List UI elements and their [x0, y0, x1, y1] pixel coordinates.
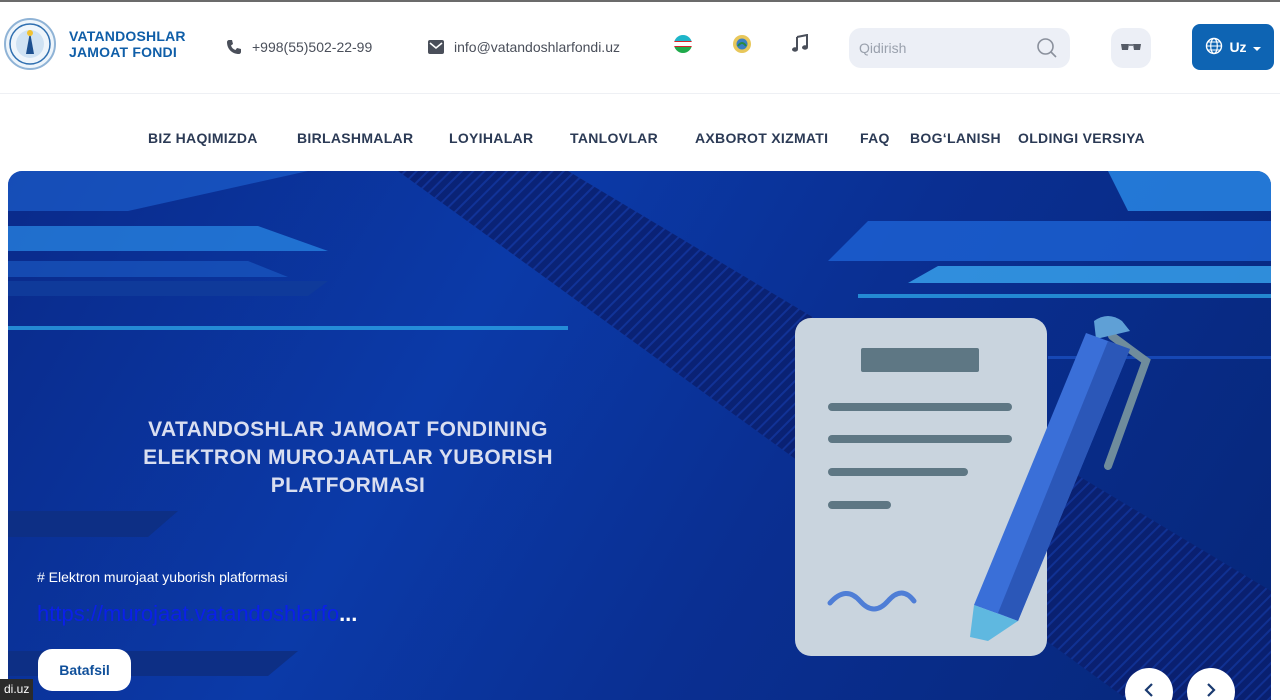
main-nav: BIZ HAQIMIZDA BIRLASHMALAR LOYIHALAR TAN… — [0, 94, 1280, 170]
chevron-left-icon — [1143, 682, 1155, 700]
more-button[interactable]: Batafsil — [38, 649, 131, 691]
search-input[interactable] — [859, 40, 1029, 56]
site-header: VATANDOSHLAR JAMOAT FONDI +998(55)502-22… — [0, 2, 1280, 94]
status-bar-url: di.uz — [0, 679, 34, 700]
music-note-icon[interactable] — [790, 33, 812, 56]
language-label: Uz — [1229, 39, 1247, 55]
banner-title: VATANDOSHLAR JAMOAT FONDINING ELEKTRON M… — [98, 416, 598, 500]
email-contact[interactable]: info@vatandoshlarfondi.uz — [428, 39, 620, 55]
mail-icon — [428, 40, 444, 54]
phone-contact[interactable]: +998(55)502-22-99 — [226, 39, 372, 55]
brand-line-1: VATANDOSHLAR — [69, 28, 186, 44]
banner-link-row: https://murojaat.vatandoshlarfo... — [37, 601, 357, 627]
emblem-icon[interactable] — [732, 34, 754, 56]
hero-banner: VATANDOSHLAR JAMOAT FONDINING ELEKTRON M… — [8, 171, 1271, 700]
caret-down-icon — [1252, 39, 1261, 55]
nav-item-contests[interactable]: TANLOVLAR — [570, 130, 658, 146]
banner-title-line-3: PLATFORMASI — [270, 474, 426, 497]
logo[interactable] — [4, 18, 56, 70]
nav-item-faq[interactable]: FAQ — [860, 130, 890, 146]
banner-title-line-1: VATANDOSHLAR JAMOAT FONDINING — [148, 418, 548, 441]
phone-number: +998(55)502-22-99 — [252, 39, 373, 55]
flag-icon[interactable] — [673, 34, 695, 56]
accessibility-button[interactable] — [1111, 28, 1151, 68]
chevron-right-icon — [1205, 682, 1217, 700]
nav-item-projects[interactable]: LOYIHALAR — [449, 130, 533, 146]
brand-line-2: JAMOAT FONDI — [69, 44, 177, 60]
banner-link-ellipsis: ... — [339, 601, 358, 626]
nav-item-about[interactable]: BIZ HAQIMIZDA — [148, 130, 258, 146]
nav-item-press-service[interactable]: AXBOROT XIZMATI — [695, 130, 828, 146]
nav-item-previous-version[interactable]: OLDINGI VERSIYA — [1018, 130, 1145, 146]
banner-title-line-2: ELEKTRON MUROJAATLAR YUBORISH — [143, 446, 553, 469]
language-selector[interactable]: Uz — [1192, 24, 1274, 70]
search-box[interactable] — [849, 28, 1070, 68]
globe-icon — [1205, 37, 1223, 58]
phone-icon — [226, 39, 242, 55]
nav-item-contact[interactable]: BOG‘LANISH — [910, 130, 1001, 146]
banner-link[interactable]: https://murojaat.vatandoshlarfo — [37, 601, 339, 626]
email-address: info@vatandoshlarfondi.uz — [454, 39, 620, 55]
glasses-icon — [1120, 39, 1142, 57]
banner-tag: # Elektron murojaat yuborish platformasi — [37, 569, 288, 585]
brand-name[interactable]: VATANDOSHLAR JAMOAT FONDI — [69, 28, 186, 60]
nav-item-associations[interactable]: BIRLASHMALAR — [297, 130, 413, 146]
